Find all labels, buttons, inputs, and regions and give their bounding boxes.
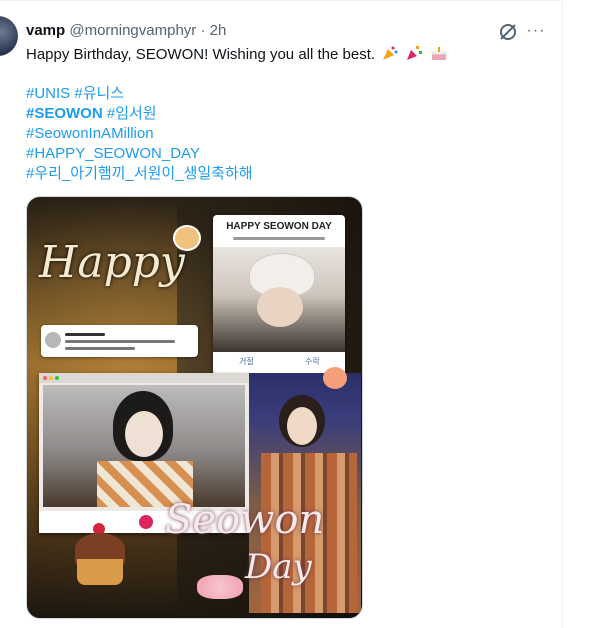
card-decline-label: 거절 (239, 357, 254, 366)
hamster-sticker (173, 225, 201, 251)
tweet-text: Happy Birthday, SEOWON! Wishing you all … (26, 44, 546, 184)
peach-sticker (323, 367, 347, 389)
separator-dot: · (200, 22, 206, 39)
grok-icon[interactable] (497, 21, 519, 43)
greeting-text: Happy Birthday, SEOWON! Wishing you all … (26, 46, 376, 63)
face (125, 411, 163, 457)
card-subtitle (233, 237, 325, 240)
party-popper-icon (381, 44, 399, 62)
hashtag-line-3: #SeowonInAMillion (26, 124, 546, 144)
more-options-icon[interactable]: ··· (524, 22, 548, 40)
tweet-greeting-line: Happy Birthday, SEOWON! Wishing you all … (26, 44, 546, 64)
seowon-script-text: Seowon (165, 497, 325, 543)
face (257, 287, 303, 327)
hashtag-seowon-kr[interactable]: #임서원 (107, 105, 157, 122)
comment-sticker (41, 325, 198, 357)
hashtag-unis-kr[interactable]: #유니스 (74, 85, 124, 102)
cupcake-base (77, 559, 123, 585)
tweet-media-image[interactable]: Happy HAPPY SEOWON DAY 거절 수락 Seowon Day (26, 196, 363, 619)
happy-script-text: Happy (39, 237, 185, 288)
avatar[interactable] (0, 16, 18, 56)
author-name[interactable]: vamp (26, 22, 65, 39)
card-title: HAPPY SEOWON DAY (226, 221, 332, 232)
hashtag-line-5: #우리_아기햄끼_서원이_생일축하해 (26, 164, 546, 184)
author-handle[interactable]: @morningvamphyr (69, 22, 196, 39)
comment-line (65, 340, 175, 343)
hashtag-unis[interactable]: #UNIS (26, 85, 70, 102)
confetti-icon (405, 44, 423, 62)
comment-avatar (45, 332, 61, 348)
card-photo (213, 247, 345, 352)
comment-line (65, 347, 135, 350)
column-divider (562, 0, 563, 628)
bow-sticker (197, 575, 243, 599)
hashtag-line-1: #UNIS #유니스 (26, 84, 546, 104)
booth-photo (43, 385, 245, 507)
top-divider (0, 0, 562, 1)
cake-icon (430, 44, 448, 62)
hashtag-line-4: #HAPPY_SEOWON_DAY (26, 144, 546, 164)
hashtag-happy-seowon-day[interactable]: #HAPPY_SEOWON_DAY (26, 145, 200, 162)
face (287, 407, 317, 445)
hashtag-line-2: #SEOWON #임서원 (26, 104, 546, 124)
tweet-time[interactable]: 2h (210, 22, 227, 39)
day-script-text: Day (245, 547, 312, 587)
comment-line (65, 333, 105, 336)
hashtag-seowon-in-a-million[interactable]: #SeowonInAMillion (26, 125, 154, 142)
request-card: HAPPY SEOWON DAY 거절 수락 (213, 215, 345, 375)
window-titlebar (39, 373, 249, 383)
card-accept-label: 수락 (305, 357, 320, 366)
hashtag-seowon[interactable]: #SEOWON (26, 105, 103, 122)
hashtag-korean-birthday[interactable]: #우리_아기햄끼_서원이_생일축하해 (26, 165, 253, 182)
tweet-header: vamp @morningvamphyr · 2h (26, 22, 226, 39)
record-button-icon (139, 515, 153, 529)
